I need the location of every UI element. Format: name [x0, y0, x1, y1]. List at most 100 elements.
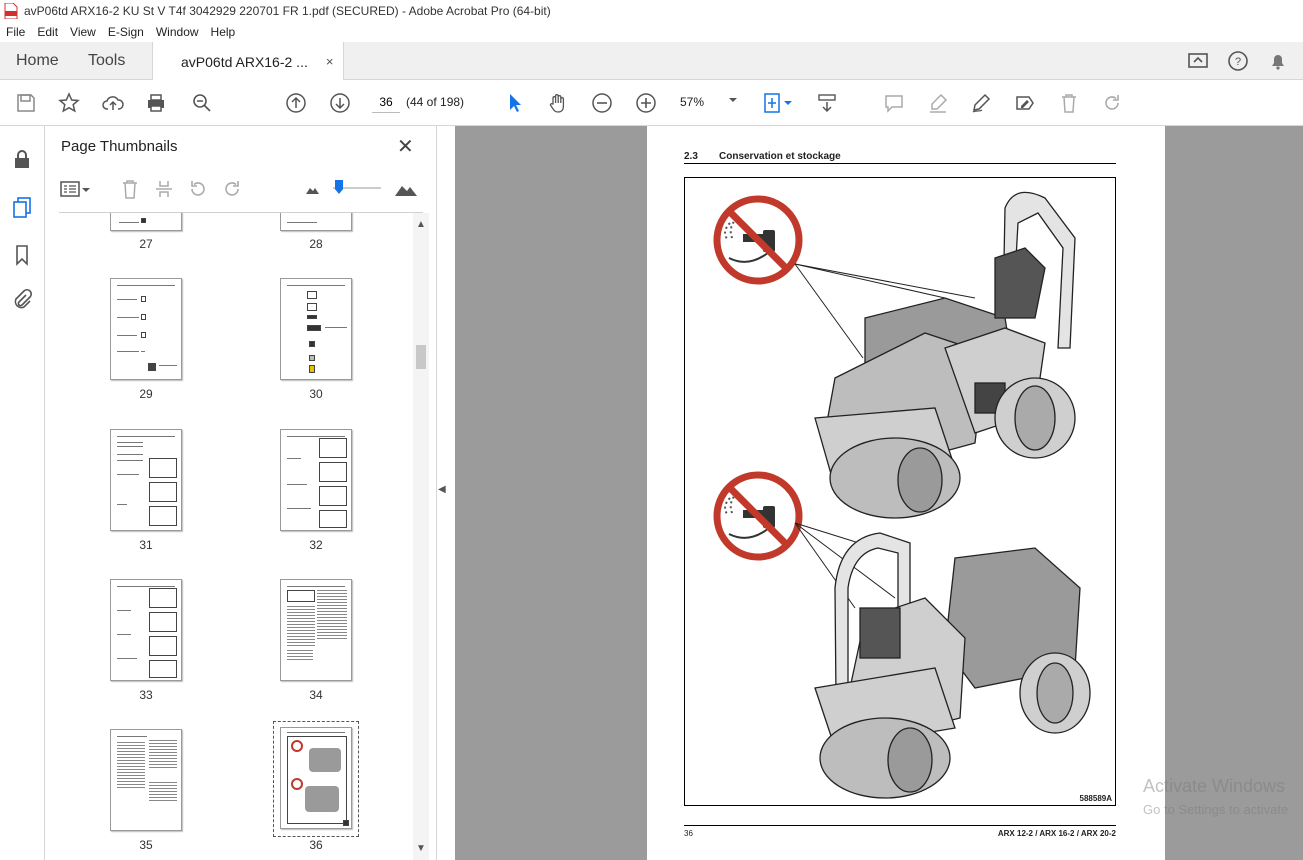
zoom-out-icon[interactable] [590, 91, 614, 115]
window-title: avP06td ARX16-2 KU St V T4f 3042929 2207… [24, 4, 551, 18]
thumbnail-label: 36 [309, 838, 323, 852]
panel-close-icon[interactable]: ✕ [397, 134, 414, 159]
title-bar: avP06td ARX16-2 KU St V T4f 3042929 2207… [0, 0, 1303, 22]
panel-title: Page Thumbnails [61, 138, 178, 155]
delete-page-icon[interactable] [119, 178, 141, 200]
thumbnail-options-icon[interactable] [59, 178, 81, 200]
footer-rule [684, 825, 1116, 826]
page-thumbnail-selected[interactable] [280, 727, 352, 829]
panel-toolbar [59, 176, 423, 206]
collapse-panel-icon[interactable]: ◀ [438, 484, 446, 495]
upload-cloud-icon[interactable] [101, 91, 125, 115]
lower-roller-machine [814, 532, 1091, 799]
scroll-down-icon[interactable]: ▼ [416, 843, 426, 854]
pdf-app-icon [4, 3, 18, 19]
extract-pages-icon[interactable] [153, 178, 175, 200]
chevron-down-icon[interactable] [81, 178, 91, 200]
bookmarks-icon[interactable] [11, 244, 33, 266]
thumbnail-label: 29 [139, 387, 153, 401]
rotate-clockwise-icon[interactable] [221, 178, 243, 200]
scroll-mode-icon[interactable] [815, 91, 839, 115]
chevron-down-icon [729, 98, 737, 102]
footer-page-number: 36 [684, 829, 693, 838]
figure-code: 588589A [1079, 794, 1112, 803]
tab-document-label: avP06td ARX16-2 ... [181, 53, 308, 70]
redo-icon[interactable] [1100, 91, 1124, 115]
menu-view[interactable]: View [64, 25, 102, 39]
page-thumbnails-icon[interactable] [11, 196, 33, 218]
help-icon[interactable]: ? [1227, 50, 1249, 72]
page-thumbnail[interactable] [110, 278, 182, 380]
print-icon[interactable] [144, 91, 168, 115]
draw-pen-icon[interactable] [969, 91, 993, 115]
main-toolbar [0, 80, 1303, 196]
tab-document[interactable]: avP06td ARX16-2 ... × [152, 42, 345, 81]
page-number-input[interactable] [372, 91, 400, 113]
previous-page-icon[interactable] [284, 91, 308, 115]
zoom-search-icon[interactable] [190, 91, 214, 115]
no-pressure-washer-icon [713, 471, 803, 561]
menu-help[interactable]: Help [205, 25, 242, 39]
slider-handle[interactable] [335, 180, 343, 194]
scrollbar-thumb[interactable] [416, 345, 426, 369]
menu-window[interactable]: Window [150, 25, 205, 39]
page-thumbnail[interactable] [110, 429, 182, 531]
page-thumbnails-panel: Page Thumbnails ✕ 27 28 29 30 31 32 33 3… [45, 126, 437, 860]
chevron-down-icon[interactable] [783, 91, 793, 115]
fit-page-icon[interactable] [760, 91, 784, 115]
tab-bar: Home Tools avP06td ARX16-2 ... × ? [0, 42, 1303, 81]
fill-sign-icon[interactable] [1013, 91, 1037, 115]
comment-icon[interactable] [882, 91, 906, 115]
bookmark-star-icon[interactable] [57, 91, 81, 115]
menu-esign[interactable]: E-Sign [102, 25, 150, 39]
thumbnail-size-large-icon[interactable] [393, 178, 419, 200]
hand-tool-icon[interactable] [546, 91, 570, 115]
menu-edit[interactable]: Edit [31, 25, 64, 39]
page-thumbnail[interactable] [280, 579, 352, 681]
page-thumbnail[interactable] [110, 579, 182, 681]
page-thumbnail[interactable] [280, 429, 352, 531]
tab-close-icon[interactable]: × [326, 54, 334, 69]
menu-file[interactable]: File [0, 25, 31, 39]
share-screen-icon[interactable] [1187, 50, 1209, 72]
delete-trash-icon[interactable] [1057, 91, 1081, 115]
page-thumbnail[interactable] [280, 278, 352, 380]
page-thumbnail[interactable] [110, 213, 182, 231]
save-icon[interactable] [14, 91, 38, 115]
rotate-counterclockwise-icon[interactable] [187, 178, 209, 200]
page-thumbnail[interactable] [280, 213, 352, 231]
attachments-paperclip-icon[interactable] [11, 288, 33, 310]
page-thumbnail[interactable] [110, 729, 182, 831]
page-count: (44 of 198) [406, 95, 465, 109]
document-viewer[interactable]: 2.3 Conservation et stockage 588589A 36 … [455, 126, 1303, 860]
section-number: 2.3 [684, 151, 698, 162]
figure-frame: 588589A [684, 177, 1116, 806]
left-navigation-rail [0, 126, 45, 860]
thumbnail-label: 35 [139, 838, 153, 852]
footer-models: ARX 12-2 / ARX 16-2 / ARX 20-2 [997, 829, 1116, 838]
select-cursor-icon[interactable] [503, 91, 527, 115]
notifications-bell-icon[interactable] [1267, 50, 1289, 72]
thumbnail-size-small-icon[interactable] [301, 178, 323, 200]
tab-home[interactable]: Home [16, 42, 59, 80]
lock-icon[interactable] [11, 148, 33, 170]
section-title: Conservation et stockage [719, 151, 841, 162]
next-page-icon[interactable] [328, 91, 352, 115]
no-pressure-washer-icon [713, 195, 803, 285]
highlight-pen-icon[interactable] [926, 91, 950, 115]
tab-tools[interactable]: Tools [88, 42, 125, 80]
thumbnail-label: 28 [309, 237, 323, 251]
section-rule [684, 163, 1116, 164]
thumbnail-scrollbar[interactable]: ▲ ▼ [413, 213, 429, 860]
thumbnail-label: 33 [139, 688, 153, 702]
thumbnail-label: 27 [139, 237, 153, 251]
thumbnail-label: 34 [309, 688, 323, 702]
document-page: 2.3 Conservation et stockage 588589A 36 … [647, 126, 1165, 860]
zoom-dropdown[interactable]: 57% [680, 95, 738, 109]
menu-bar: File Edit View E-Sign Window Help [0, 22, 1303, 42]
activate-windows-watermark: Activate Windows [1143, 776, 1286, 796]
zoom-in-icon[interactable] [634, 91, 658, 115]
roller-illustration [713, 191, 1091, 799]
upper-roller-machine [814, 191, 1076, 519]
scroll-up-icon[interactable]: ▲ [416, 219, 426, 230]
